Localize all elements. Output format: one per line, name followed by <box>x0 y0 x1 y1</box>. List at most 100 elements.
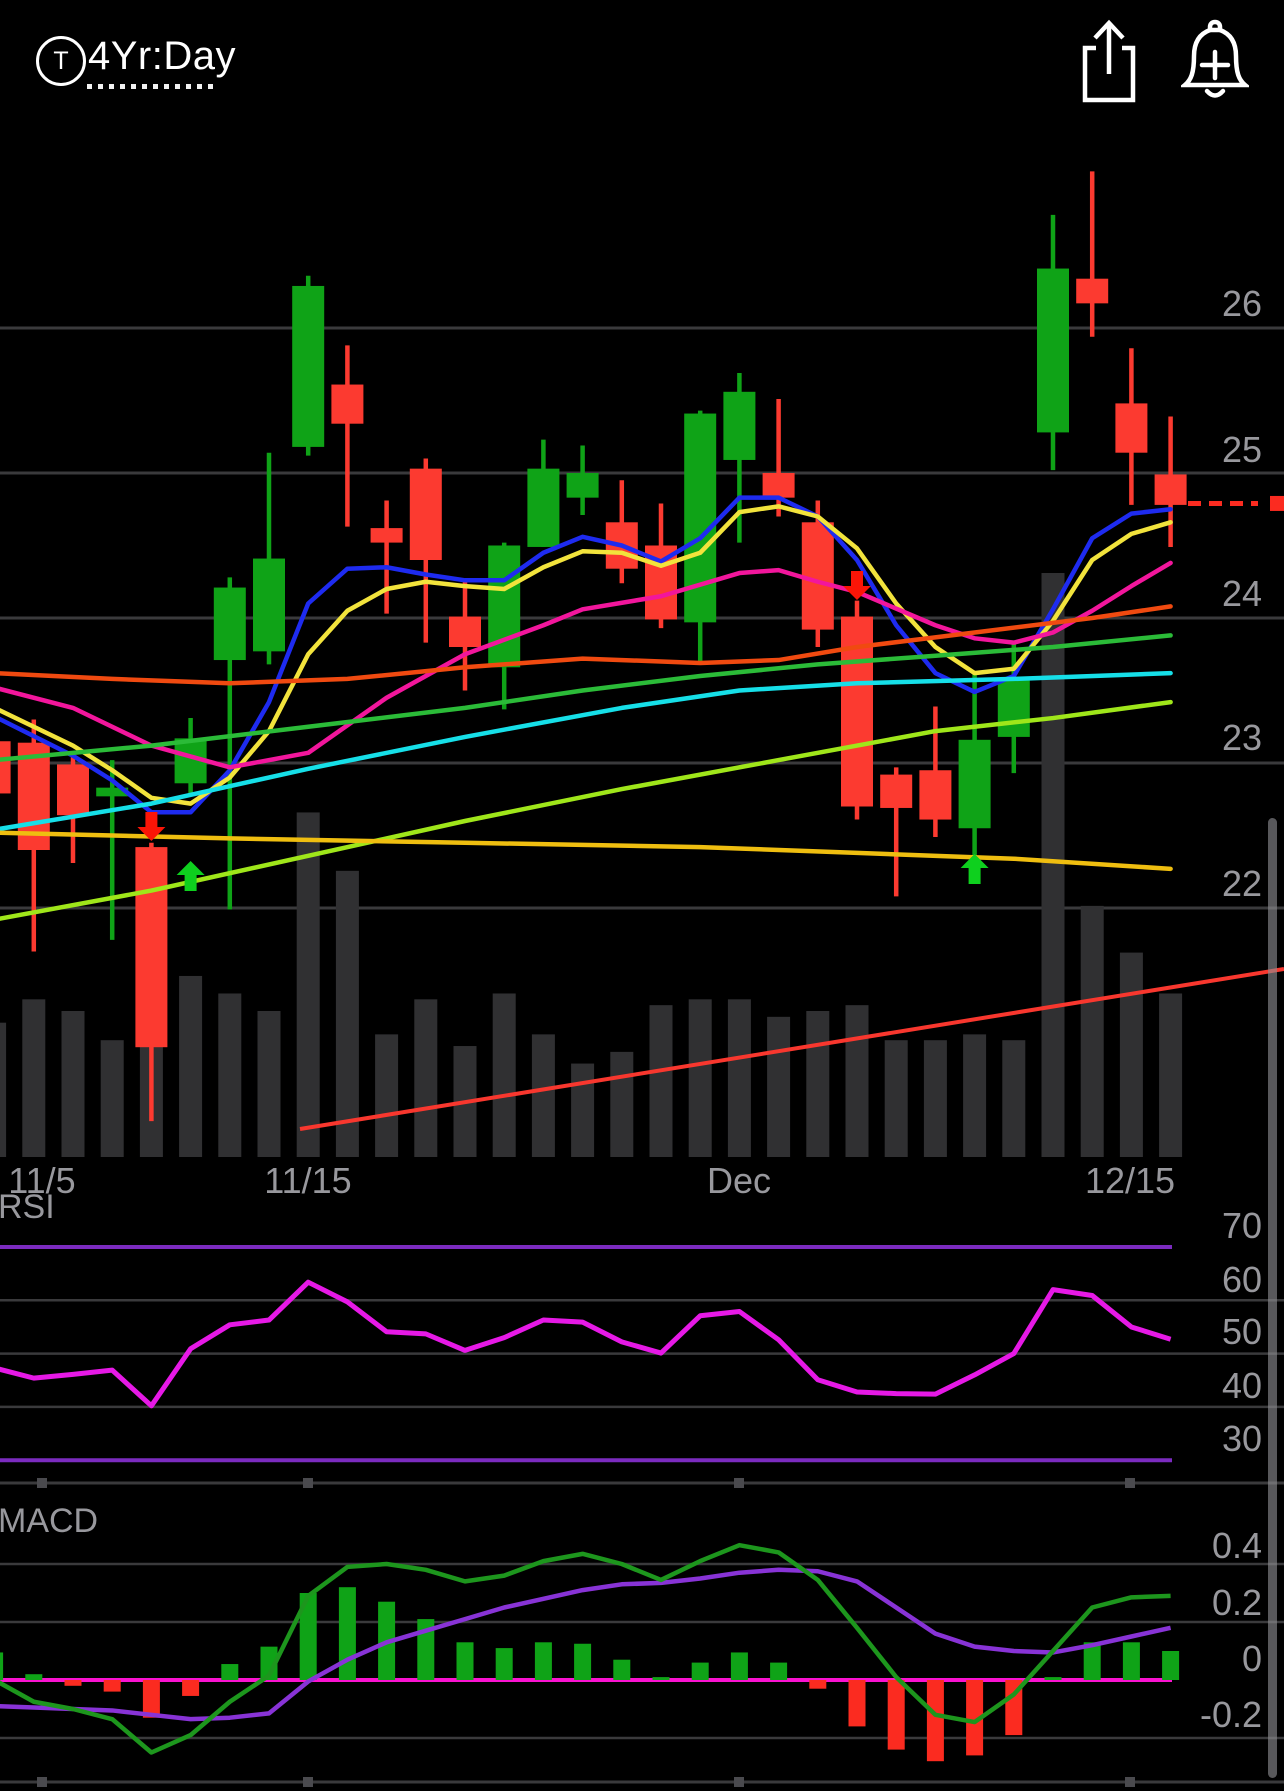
ma-line-magenta <box>0 560 1173 770</box>
candle-body <box>57 764 89 816</box>
date-tick-mark <box>734 1777 744 1787</box>
ma-line-gold <box>0 830 1173 872</box>
timeframe-title[interactable]: 4Yr:Day <box>88 34 236 79</box>
volume-bar <box>0 1022 7 1157</box>
volume-bar <box>806 1011 830 1157</box>
macd-histogram-bar <box>730 1652 748 1680</box>
macd-histogram-bar <box>495 1648 513 1680</box>
candle-body <box>0 741 11 794</box>
candle-body <box>213 587 246 661</box>
macd-histogram-bar <box>456 1642 474 1680</box>
volume-bar <box>179 975 203 1157</box>
rsi-axis-label: 50 <box>1222 1311 1262 1352</box>
last-price-square <box>1270 495 1284 511</box>
macd-histogram-bar <box>25 1674 43 1680</box>
candle-body <box>1115 403 1148 453</box>
macd-histogram-bar <box>534 1642 552 1680</box>
candle-body <box>449 616 481 647</box>
macd-histogram-bar <box>887 1680 905 1750</box>
date-tick-mark <box>303 1478 313 1488</box>
vertical-scrollbar[interactable] <box>1268 818 1277 1778</box>
date-tick-mark <box>37 1777 47 1787</box>
volume-bar <box>492 993 516 1157</box>
buy-arrow-icon <box>176 861 205 891</box>
date-tick-mark <box>303 1777 313 1787</box>
macd-panel-title: MACD <box>0 1502 98 1540</box>
candle-body <box>684 413 717 623</box>
last-price-marker <box>1188 495 1284 511</box>
alert-bell-button[interactable] <box>1178 16 1252 109</box>
volume-bar <box>296 812 320 1157</box>
candle-body <box>292 285 325 447</box>
macd-histogram-bar <box>103 1680 121 1692</box>
macd-histogram-bar <box>691 1662 709 1680</box>
candle-body <box>1154 474 1187 505</box>
macd-axis-label: 0.4 <box>1212 1525 1262 1566</box>
candle-body <box>762 473 795 498</box>
price-axis-label: 23 <box>1222 717 1262 758</box>
volume-bar <box>61 1011 85 1157</box>
macd-histogram-bar <box>613 1659 631 1680</box>
macd-axis-label: 0 <box>1242 1638 1262 1679</box>
share-button[interactable] <box>1081 16 1137 107</box>
candle-body <box>723 391 756 460</box>
date-tick-mark <box>37 1478 47 1488</box>
macd-histogram-bar <box>848 1680 866 1727</box>
macd-histogram-bar <box>1122 1642 1140 1680</box>
volume-bar <box>22 999 46 1157</box>
volume-bar <box>1119 952 1143 1157</box>
volume-bar <box>845 1005 869 1157</box>
volume-bar <box>1080 905 1104 1157</box>
candle-body <box>919 770 952 820</box>
price-axis-label: 22 <box>1222 863 1262 904</box>
chart-canvas[interactable]: 26 25 24 23 22 11/5 11/15 Dec 12/15 RSI … <box>0 0 1284 1791</box>
candle-body <box>1037 268 1069 433</box>
candle-body <box>801 522 834 630</box>
macd-axis-label: -0.2 <box>1200 1694 1262 1735</box>
volume-bar <box>335 870 359 1157</box>
candle-body <box>135 847 168 1048</box>
volume-bar <box>923 1040 947 1157</box>
macd-panel <box>0 1478 1284 1787</box>
date-tick-mark <box>734 1478 744 1488</box>
date-tick-mark <box>1125 1777 1135 1787</box>
ma-line-green <box>0 633 1173 762</box>
rsi-axis-label: 40 <box>1222 1365 1262 1406</box>
rsi-axis-label: 70 <box>1222 1205 1262 1246</box>
macd-histogram-bar <box>221 1664 239 1680</box>
date-axis-label: 11/15 <box>264 1160 351 1201</box>
ticker-symbol-badge[interactable]: T <box>36 36 86 86</box>
macd-histogram-bar <box>809 1680 827 1689</box>
price-panel <box>0 171 1187 1122</box>
macd-histogram-bar <box>652 1677 670 1680</box>
volume-bar <box>218 993 242 1157</box>
volume-bar <box>257 1011 281 1157</box>
rsi-axis-label: 60 <box>1222 1259 1262 1300</box>
candle-body <box>331 384 364 424</box>
macd-histogram-bar <box>338 1587 356 1680</box>
price-axis-label: 25 <box>1222 429 1262 470</box>
date-tick-mark <box>1125 1478 1135 1488</box>
date-axis-label: 12/15 <box>1085 1160 1175 1201</box>
price-axis-label: 26 <box>1222 283 1262 324</box>
volume-bar <box>884 1040 908 1157</box>
candle-body <box>409 468 442 560</box>
macd-histogram-bar <box>770 1662 788 1680</box>
volume-bar <box>610 1051 634 1157</box>
macd-histogram-bar <box>0 1652 4 1680</box>
rsi-panel-title: RSI <box>0 1188 55 1226</box>
candle-body <box>880 774 913 808</box>
volume-bar <box>1002 1040 1026 1157</box>
bell-plus-icon <box>1178 19 1252 98</box>
macd-axis-label: 0.2 <box>1212 1582 1262 1623</box>
candle-body <box>370 528 403 543</box>
price-axis-label: 24 <box>1222 573 1262 614</box>
volume-bar <box>571 1063 595 1157</box>
timeframe-dotted-underline <box>87 84 213 89</box>
moving-averages <box>0 495 1173 921</box>
candle-body <box>997 677 1030 737</box>
rsi-axis-label: 30 <box>1222 1418 1262 1459</box>
macd-histogram-bar <box>574 1643 592 1680</box>
volume-bar <box>963 1034 987 1157</box>
candle-body <box>488 545 521 668</box>
